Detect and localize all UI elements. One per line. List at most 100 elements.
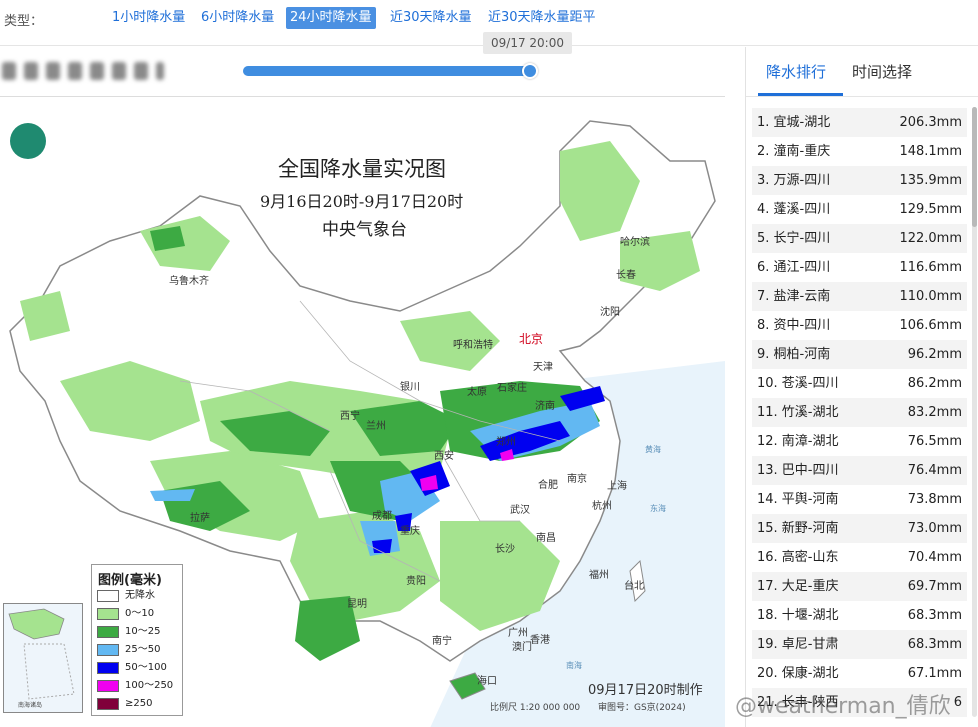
ranking-station: 8. 资中-四川: [757, 318, 831, 333]
ranking-value: 206.3mm: [899, 115, 962, 130]
ranking-value: 69.7mm: [907, 579, 962, 594]
ranking-station: 9. 桐柏-河南: [757, 347, 831, 362]
south-china-sea-inset: 南海诸岛: [3, 603, 83, 713]
active-tab-underline: [758, 93, 843, 96]
legend-label: 25～50: [125, 644, 161, 655]
map-scale: 比例尺 1:20 000 000: [490, 703, 581, 713]
map-subtitle: 9月16日20时-9月17日20时: [260, 192, 464, 211]
ranking-value: 76.4mm: [907, 463, 962, 478]
legend-swatch: [97, 626, 119, 638]
ranking-row: 16. 高密-山东 70.4mm: [752, 543, 967, 572]
ranking-station: 7. 盐津-云南: [757, 289, 831, 304]
city-label: 兰州: [366, 421, 386, 432]
legend-label: 50～100: [125, 662, 167, 673]
ranking-value: 86.2mm: [907, 376, 962, 391]
city-label: 太原: [467, 387, 487, 398]
sea-label: 黄海: [645, 445, 661, 454]
ranking-station: 15. 新野-河南: [757, 521, 839, 536]
legend-swatch: [97, 698, 119, 710]
blurred-logo: [0, 58, 170, 84]
tab-ranking[interactable]: 降水排行: [766, 61, 826, 82]
ranking-station: 3. 万源-四川: [757, 173, 831, 188]
city-label: 西安: [434, 451, 454, 462]
ranking-value: 110.0mm: [899, 289, 962, 304]
slider-thumb[interactable]: [522, 63, 538, 79]
ranking-panel: 降水排行 时间选择 1. 宜城-湖北 206.3mm 2. 潼南-重庆 148.1mm…: [745, 47, 978, 727]
ranking-station: 2. 潼南-重庆: [757, 144, 831, 159]
map-approval-number: 审图号：GS京(2024): [598, 703, 686, 713]
city-label: 贵阳: [406, 576, 426, 587]
ranking-scrollbar[interactable]: [972, 107, 977, 717]
city-label: 台北: [624, 581, 644, 592]
tab-30d-precip[interactable]: 近30天降水量: [386, 7, 476, 29]
ranking-station: 19. 卓尼-甘肃: [757, 637, 839, 652]
ranking-row: 1. 宜城-湖北 206.3mm: [752, 108, 967, 137]
city-label: 南京: [567, 474, 587, 485]
tab-time-select[interactable]: 时间选择: [852, 61, 912, 82]
map-title: 全国降水量实况图: [278, 157, 446, 181]
city-label: 南昌: [536, 533, 556, 544]
legend-label: 10～25: [125, 626, 161, 637]
ranking-station: 13. 巴中-四川: [757, 463, 839, 478]
inset-graphic: [8, 608, 75, 700]
ranking-row: 11. 竹溪-湖北 83.2mm: [752, 398, 967, 427]
ranking-row: 3. 万源-四川 135.9mm: [752, 166, 967, 195]
time-slider[interactable]: [243, 66, 530, 76]
ranking-value: 129.5mm: [899, 202, 962, 217]
ranking-value: 135.9mm: [899, 173, 962, 188]
city-label: 郑州: [496, 437, 516, 448]
inset-label: 南海诸岛: [18, 702, 43, 709]
city-label: 成都: [372, 511, 392, 522]
ranking-value: 148.1mm: [899, 144, 962, 159]
city-label: 呼和浩特: [453, 340, 493, 351]
ranking-station: 17. 大足-重庆: [757, 579, 839, 594]
legend-swatch: [97, 680, 119, 692]
ranking-row: 8. 资中-四川 106.6mm: [752, 311, 967, 340]
ranking-value: 70.4mm: [907, 550, 962, 565]
ranking-row: 18. 十堰-湖北 68.3mm: [752, 601, 967, 630]
ranking-row: 19. 卓尼-甘肃 68.3mm: [752, 630, 967, 659]
tab-30d-anomaly[interactable]: 近30天降水量距平: [484, 7, 600, 29]
ranking-station: 6. 通江-四川: [757, 260, 831, 275]
legend-swatch: [97, 590, 119, 602]
legend-label: 0～10: [125, 608, 155, 619]
ranking-value: 106.6mm: [899, 318, 962, 333]
city-label: 重庆: [400, 526, 420, 537]
app-root: 类型： 1小时降水量 6小时降水量 24小时降水量 近30天降水量 近30天降水…: [0, 0, 978, 727]
city-label: 拉萨: [190, 513, 210, 524]
city-label: 乌鲁木齐: [169, 276, 209, 287]
ranking-station: 4. 蓬溪-四川: [757, 202, 831, 217]
ranking-value: 73.8mm: [907, 492, 962, 507]
ranking-station: 18. 十堰-湖北: [757, 608, 839, 623]
ranking-row: 6. 通江-四川 116.6mm: [752, 253, 967, 282]
slider-fill: [243, 66, 530, 76]
ranking-row: 9. 桐柏-河南 96.2mm: [752, 340, 967, 369]
ranking-value: 68.3mm: [907, 608, 962, 623]
ranking-value: 76.5mm: [907, 434, 962, 449]
ranking-row: 4. 蓬溪-四川 129.5mm: [752, 195, 967, 224]
city-label: 天津: [533, 362, 553, 373]
tab-1h-precip[interactable]: 1小时降水量: [108, 7, 189, 29]
ranking-value: 83.2mm: [907, 405, 962, 420]
ranking-row: 10. 苍溪-四川 86.2mm: [752, 369, 967, 398]
city-label: 上海: [607, 481, 627, 492]
ranking-row: 7. 盐津-云南 110.0mm: [752, 282, 967, 311]
city-label: 南宁: [432, 636, 452, 647]
city-label: 澳门: [512, 642, 532, 653]
tab-24h-precip[interactable]: 24小时降水量: [286, 7, 376, 29]
ranking-row: 13. 巴中-四川 76.4mm: [752, 456, 967, 485]
ranking-station: 14. 平舆-河南: [757, 492, 839, 507]
tab-6h-precip[interactable]: 6小时降水量: [197, 7, 278, 29]
time-tooltip: 09/17 20:00: [483, 32, 572, 54]
type-label: 类型：: [4, 14, 44, 29]
ranking-row: 2. 潼南-重庆 148.1mm: [752, 137, 967, 166]
ranking-value: 6: [953, 695, 962, 710]
city-label: 沈阳: [600, 307, 620, 318]
ranking-row: 20. 保康-湖北 67.1mm: [752, 659, 967, 688]
map-made-time: 09月17日20时制作: [588, 683, 703, 698]
city-label: 昆明: [347, 599, 367, 610]
scrollbar-thumb[interactable]: [972, 107, 977, 227]
ranking-value: 116.6mm: [899, 260, 962, 275]
ranking-value: 122.0mm: [899, 231, 962, 246]
legend-label: 100～250: [125, 680, 174, 691]
